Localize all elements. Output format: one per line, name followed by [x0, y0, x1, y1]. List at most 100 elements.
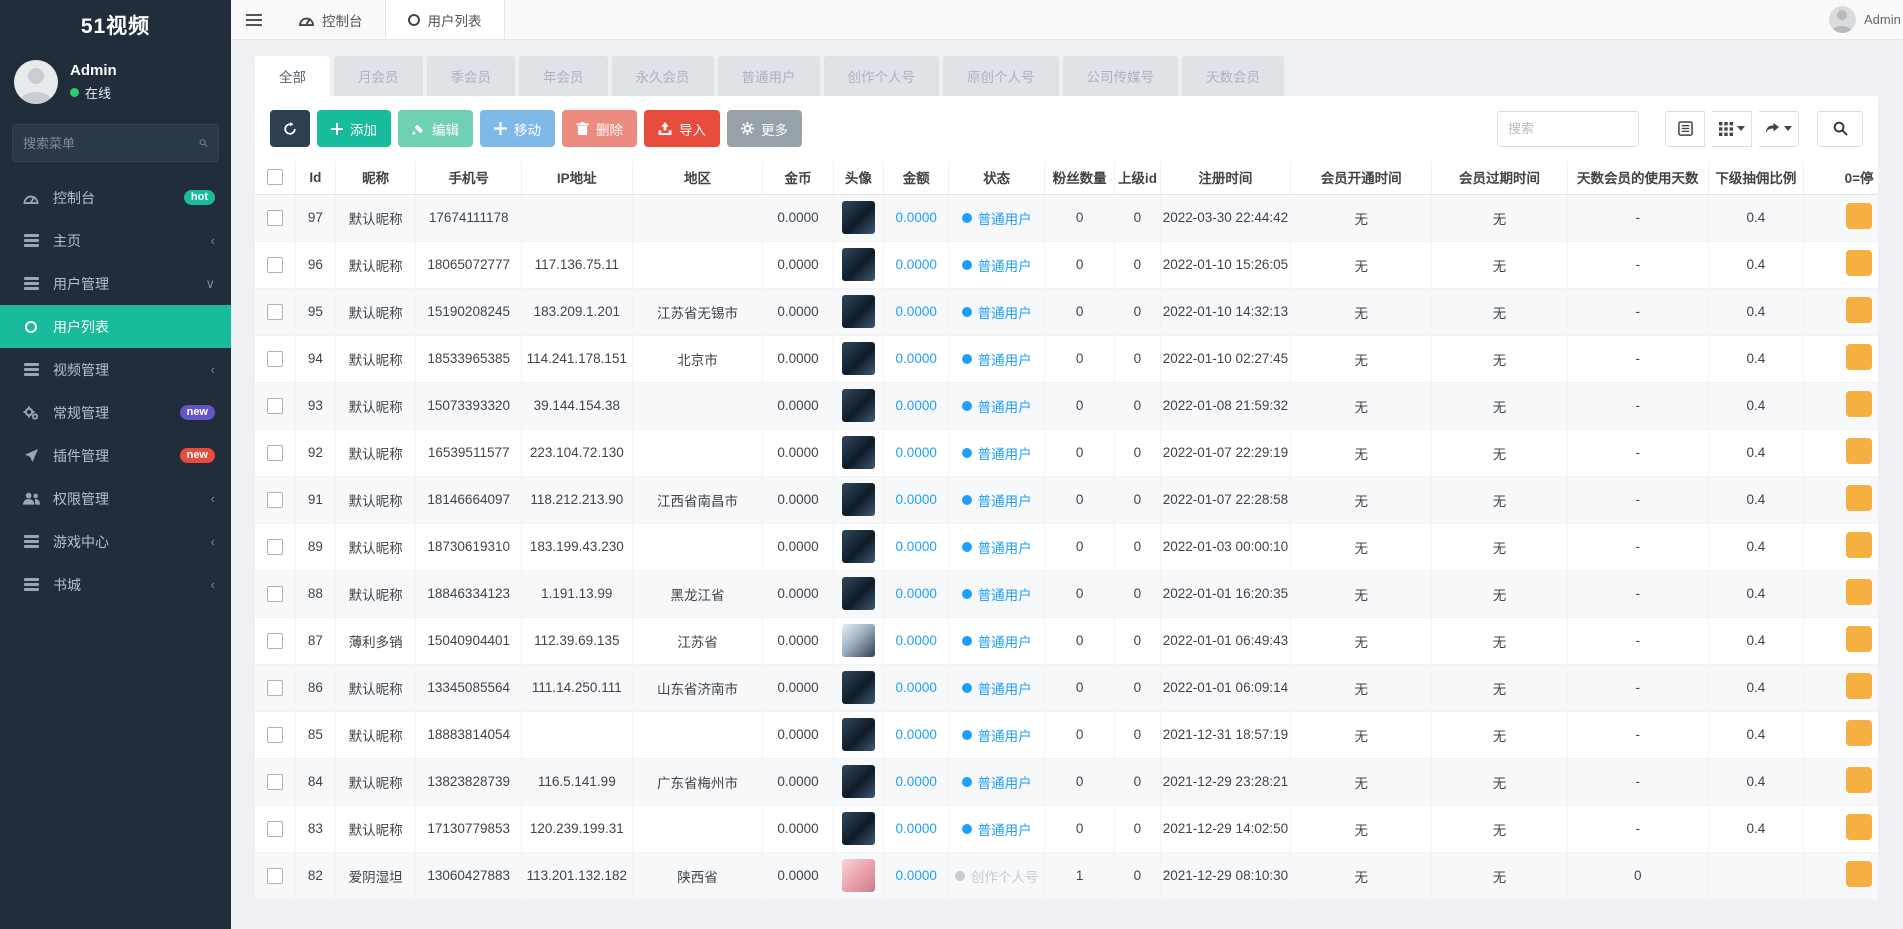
amount-link[interactable]: 0.0000	[896, 539, 937, 554]
amount-link[interactable]: 0.0000	[896, 398, 937, 413]
status-toggle-button[interactable]	[1846, 391, 1872, 417]
status-toggle-button[interactable]	[1846, 814, 1872, 840]
amount-link[interactable]: 0.0000	[896, 304, 937, 319]
sidebar-item-3[interactable]: 用户列表	[0, 305, 231, 348]
status-toggle-button[interactable]	[1846, 626, 1872, 652]
amount-link[interactable]: 0.0000	[896, 821, 937, 836]
row-checkbox[interactable]	[267, 727, 283, 743]
status-badge[interactable]: 普通用户	[962, 725, 1032, 745]
row-checkbox[interactable]	[267, 492, 283, 508]
amount-link[interactable]: 0.0000	[896, 445, 937, 460]
row-checkbox[interactable]	[267, 821, 283, 837]
amount-link[interactable]: 0.0000	[896, 868, 937, 883]
amount-link[interactable]: 0.0000	[896, 680, 937, 695]
status-badge[interactable]: 创作个人号	[955, 866, 1039, 886]
filter-tab-1[interactable]: 月会员	[334, 56, 423, 96]
row-checkbox[interactable]	[267, 445, 283, 461]
row-checkbox[interactable]	[267, 868, 283, 884]
add-button[interactable]: 添加	[317, 110, 391, 147]
edit-button[interactable]: 编辑	[398, 110, 473, 147]
status-toggle-button[interactable]	[1846, 344, 1872, 370]
status-toggle-button[interactable]	[1846, 673, 1872, 699]
filter-tab-7[interactable]: 原创个人号	[943, 56, 1059, 96]
status-badge[interactable]: 普通用户	[962, 584, 1032, 604]
sidebar-item-0[interactable]: 控制台hot	[0, 176, 231, 219]
sidebar-item-5[interactable]: 常规管理new	[0, 391, 231, 434]
refresh-button[interactable]	[270, 110, 310, 147]
amount-link[interactable]: 0.0000	[896, 774, 937, 789]
row-checkbox[interactable]	[267, 257, 283, 273]
row-checkbox[interactable]	[267, 774, 283, 790]
status-badge[interactable]: 普通用户	[962, 678, 1032, 698]
status-toggle-button[interactable]	[1846, 861, 1872, 887]
export-button[interactable]	[1759, 111, 1799, 147]
columns-button[interactable]	[1712, 111, 1752, 147]
sidebar-search-input[interactable]	[23, 136, 199, 151]
table-search-input[interactable]	[1497, 111, 1639, 147]
sidebar-item-2[interactable]: 用户管理∨	[0, 262, 231, 305]
amount-link[interactable]: 0.0000	[896, 257, 937, 272]
status-toggle-button[interactable]	[1846, 203, 1872, 229]
filter-tab-6[interactable]: 创作个人号	[824, 56, 940, 96]
status-badge[interactable]: 普通用户	[962, 490, 1032, 510]
move-button[interactable]: 移动	[480, 110, 555, 147]
amount-link[interactable]: 0.0000	[896, 210, 937, 225]
row-checkbox[interactable]	[267, 586, 283, 602]
status-badge[interactable]: 普通用户	[962, 819, 1032, 839]
amount-link[interactable]: 0.0000	[896, 492, 937, 507]
search-submit-button[interactable]	[1817, 111, 1863, 147]
topbar-avatar[interactable]	[1829, 6, 1856, 33]
filter-tab-3[interactable]: 年会员	[519, 56, 608, 96]
detail-view-button[interactable]	[1665, 111, 1705, 147]
status-toggle-button[interactable]	[1846, 532, 1872, 558]
filter-tab-4[interactable]: 永久会员	[612, 56, 714, 96]
row-checkbox[interactable]	[267, 304, 283, 320]
amount-link[interactable]: 0.0000	[896, 586, 937, 601]
status-badge[interactable]: 普通用户	[962, 255, 1032, 275]
amount-link[interactable]: 0.0000	[896, 351, 937, 366]
row-checkbox[interactable]	[267, 398, 283, 414]
row-checkbox[interactable]	[267, 539, 283, 555]
status-badge[interactable]: 普通用户	[962, 349, 1032, 369]
more-button[interactable]: 更多	[727, 110, 802, 147]
filter-tab-8[interactable]: 公司传媒号	[1063, 56, 1179, 96]
status-toggle-button[interactable]	[1846, 297, 1872, 323]
tab-user-list[interactable]: 用户列表	[385, 0, 505, 39]
filter-tab-0[interactable]: 全部	[255, 56, 330, 96]
hamburger-menu-icon[interactable]	[231, 0, 277, 39]
sidebar-item-7[interactable]: 权限管理‹	[0, 477, 231, 520]
filter-tab-2[interactable]: 季会员	[427, 56, 516, 96]
status-badge[interactable]: 普通用户	[962, 631, 1032, 651]
sidebar-item-9[interactable]: 书城‹	[0, 563, 231, 606]
row-checkbox[interactable]	[267, 633, 283, 649]
status-badge[interactable]: 普通用户	[962, 772, 1032, 792]
status-toggle-button[interactable]	[1846, 720, 1872, 746]
sidebar-item-6[interactable]: 插件管理new	[0, 434, 231, 477]
status-toggle-button[interactable]	[1846, 250, 1872, 276]
status-toggle-button[interactable]	[1846, 438, 1872, 464]
tab-dashboard[interactable]: 控制台	[277, 0, 385, 39]
row-checkbox[interactable]	[267, 351, 283, 367]
amount-link[interactable]: 0.0000	[896, 633, 937, 648]
status-badge[interactable]: 普通用户	[962, 208, 1032, 228]
status-badge[interactable]: 普通用户	[962, 396, 1032, 416]
status-toggle-button[interactable]	[1846, 767, 1872, 793]
sidebar-item-4[interactable]: 视频管理‹	[0, 348, 231, 391]
import-button[interactable]: 导入	[644, 110, 720, 147]
sidebar-item-8[interactable]: 游戏中心‹	[0, 520, 231, 563]
status-toggle-button[interactable]	[1846, 485, 1872, 511]
topbar-user[interactable]: Admin	[1829, 0, 1903, 39]
row-checkbox[interactable]	[267, 680, 283, 696]
filter-tab-5[interactable]: 普通用户	[718, 56, 820, 96]
sidebar-item-1[interactable]: 主页‹	[0, 219, 231, 262]
status-badge[interactable]: 普通用户	[962, 537, 1032, 557]
row-checkbox[interactable]	[267, 210, 283, 226]
filter-tab-9[interactable]: 天数会员	[1182, 56, 1284, 96]
admin-avatar[interactable]	[14, 60, 58, 104]
status-badge[interactable]: 普通用户	[962, 443, 1032, 463]
select-all-checkbox[interactable]	[267, 169, 283, 185]
status-badge[interactable]: 普通用户	[962, 302, 1032, 322]
status-toggle-button[interactable]	[1846, 579, 1872, 605]
amount-link[interactable]: 0.0000	[896, 727, 937, 742]
delete-button[interactable]: 删除	[562, 110, 637, 147]
